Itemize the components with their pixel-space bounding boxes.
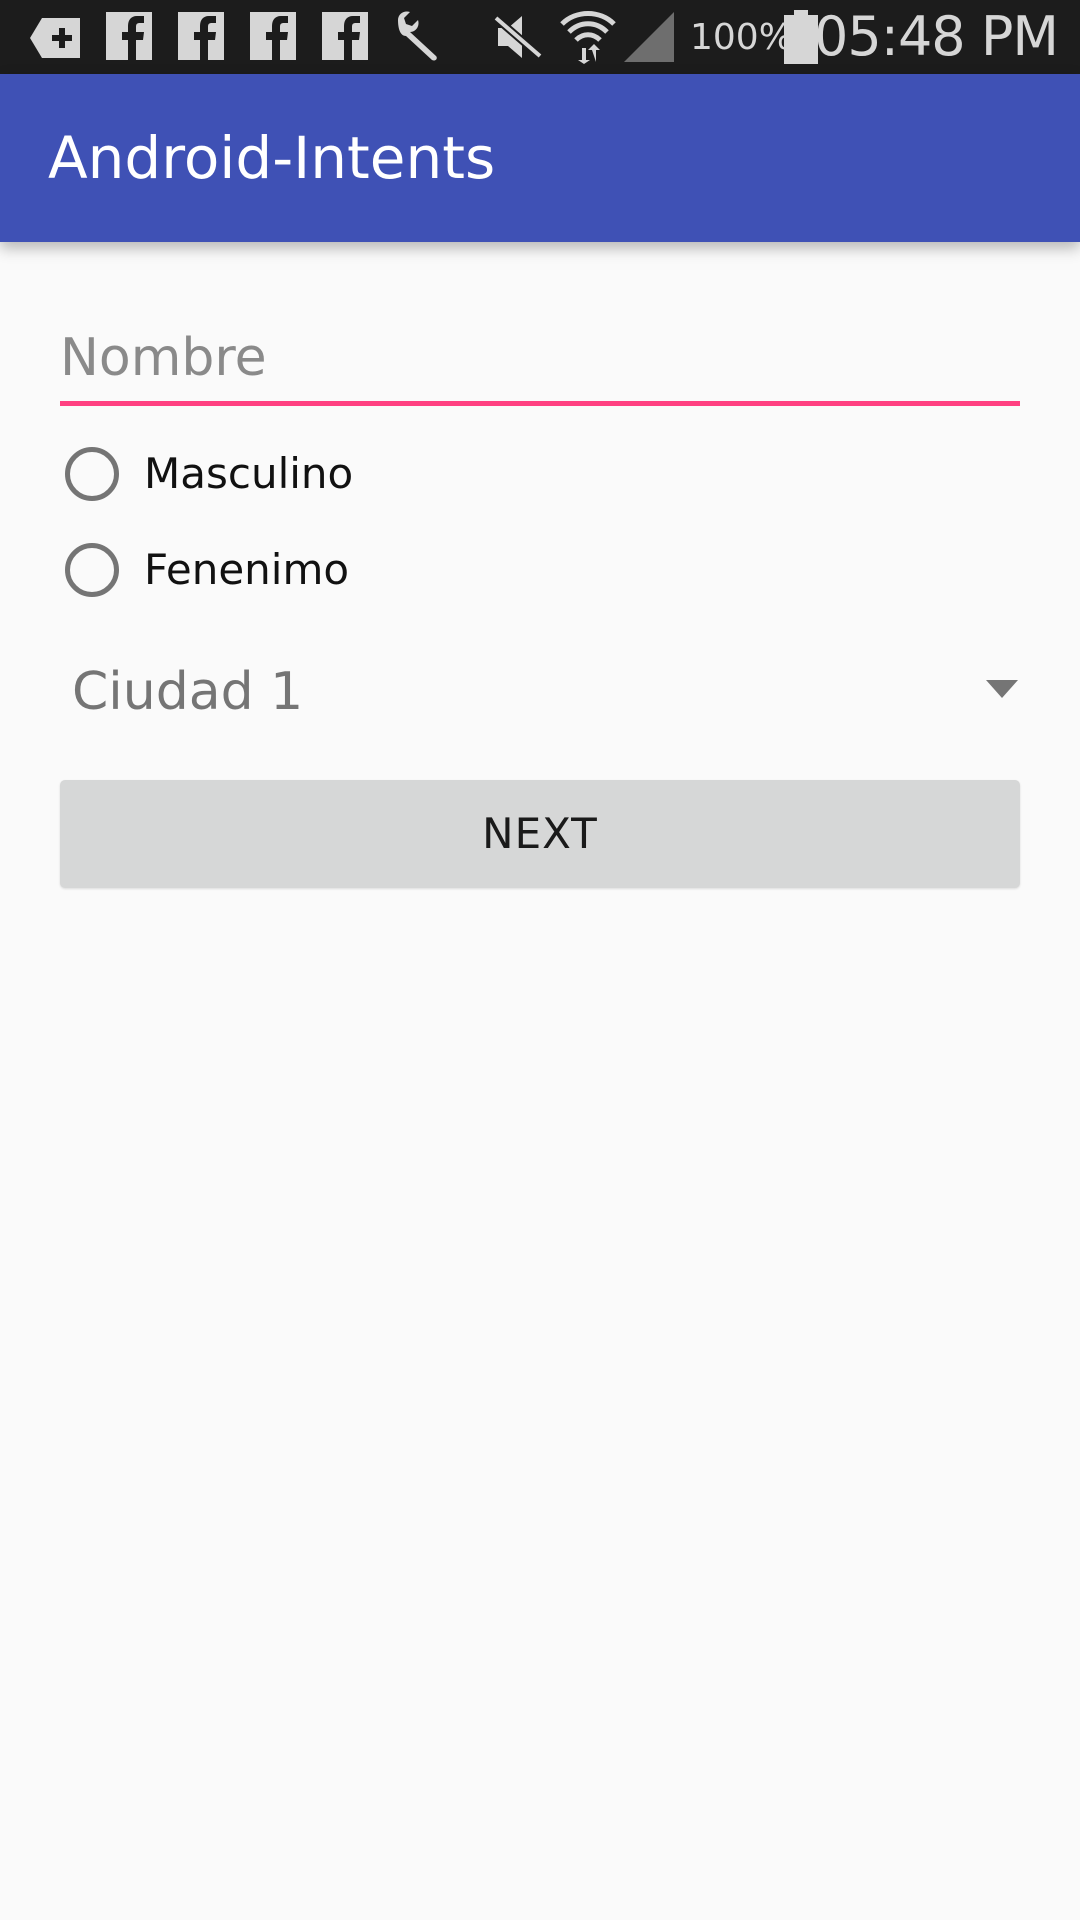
city-spinner-value: Ciudad 1	[72, 662, 304, 722]
signal-icon	[624, 12, 674, 62]
battery-icon	[784, 10, 818, 64]
app-bar: Android-Intents	[0, 74, 1080, 242]
radio-masculino[interactable]: Masculino	[62, 444, 562, 514]
battery-percent: 100%	[690, 17, 793, 58]
mute-icon	[493, 14, 543, 60]
next-button[interactable]: NEXT	[60, 780, 1020, 888]
dropdown-arrow-icon	[986, 680, 1018, 698]
facebook-icon	[322, 12, 368, 60]
radio-button-icon[interactable]	[65, 543, 119, 597]
status-bar: 100% 05:48 PM	[0, 0, 1080, 74]
next-button-label: NEXT	[482, 809, 598, 858]
app-screen: 100% 05:48 PM Android-Intents Nombre Mas…	[0, 0, 1080, 1920]
radio-masculino-label: Masculino	[144, 449, 354, 498]
facebook-icon	[250, 12, 296, 60]
facebook-icon	[106, 12, 152, 60]
radio-fenenimo-label: Fenenimo	[144, 545, 350, 594]
wifi-icon	[560, 11, 616, 64]
app-title: Android-Intents	[48, 124, 496, 192]
radio-button-icon[interactable]	[65, 447, 119, 501]
city-spinner[interactable]: Ciudad 1	[60, 648, 1020, 738]
new-tab-icon	[30, 18, 80, 58]
clock: 05:48 PM	[814, 5, 1059, 68]
facebook-icon	[178, 12, 224, 60]
name-input[interactable]: Nombre	[60, 320, 1020, 406]
wrench-icon	[398, 11, 437, 61]
radio-fenenimo[interactable]: Fenenimo	[62, 540, 562, 610]
name-input-placeholder: Nombre	[60, 328, 267, 388]
